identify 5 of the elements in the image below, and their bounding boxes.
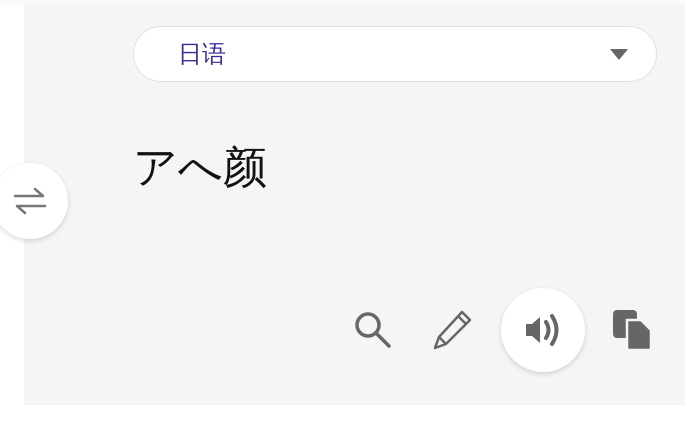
source-text: アへ颜 — [133, 142, 267, 193]
language-label: 日语 — [178, 39, 227, 70]
caret-icon — [610, 48, 628, 60]
swap-icon — [13, 186, 47, 216]
language-dropdown[interactable]: 日语 — [133, 26, 657, 82]
